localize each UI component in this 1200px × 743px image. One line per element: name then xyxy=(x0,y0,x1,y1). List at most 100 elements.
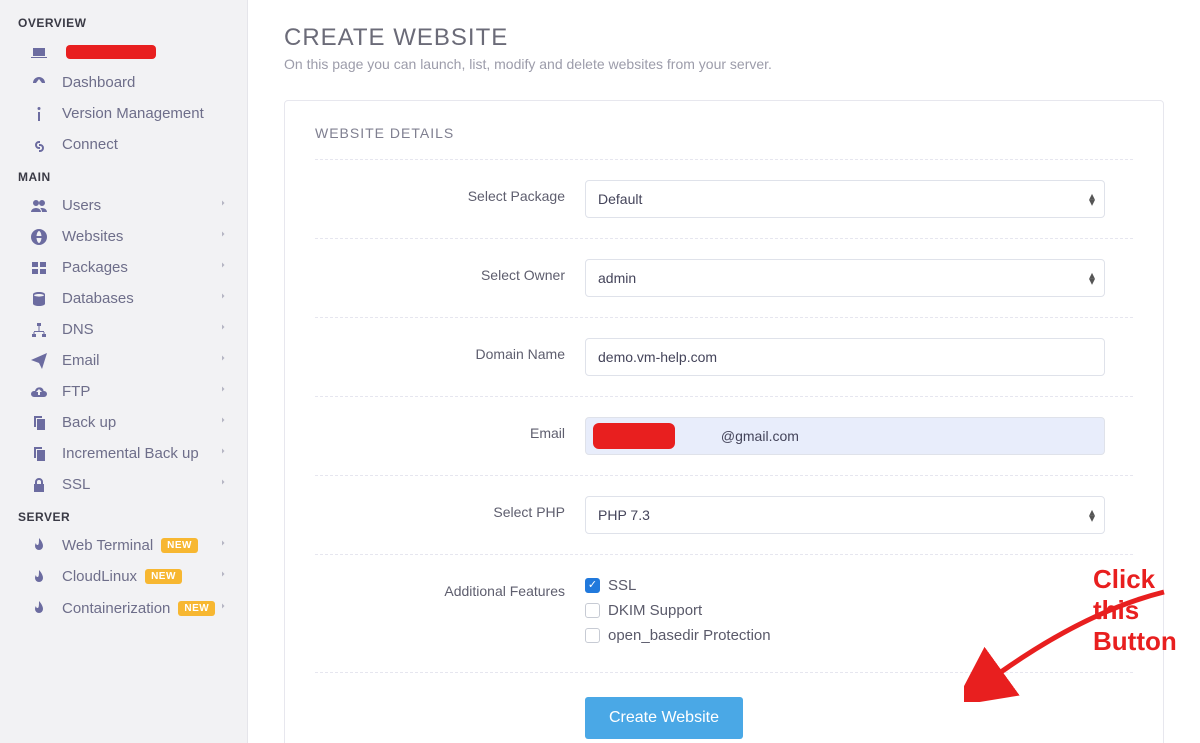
users-icon xyxy=(28,197,50,214)
row-select-owner: Select Owner admin ▴▾ xyxy=(315,238,1133,317)
chevron-right-icon xyxy=(221,290,229,307)
copy-icon xyxy=(28,414,50,431)
chevron-right-icon xyxy=(221,259,229,276)
sidebar-item-label: DNS xyxy=(62,321,94,338)
sidebar-item-label: Dashboard xyxy=(62,74,135,91)
copy-icon xyxy=(28,445,50,462)
laptop-icon xyxy=(28,43,50,60)
new-badge: NEW xyxy=(161,538,198,553)
chevron-right-icon xyxy=(221,414,229,431)
sidebar-heading: MAIN xyxy=(0,160,247,190)
chevron-right-icon xyxy=(221,228,229,245)
sidebar-item-label: Email xyxy=(62,352,100,369)
sidebar-item-email[interactable]: Email xyxy=(0,345,247,376)
sidebar-item-version-management[interactable]: Version Management xyxy=(0,98,247,129)
main-content: CREATE WEBSITE On this page you can laun… xyxy=(248,0,1200,743)
sidebar-item-label: FTP xyxy=(62,383,90,400)
link-icon xyxy=(28,136,50,153)
sidebar-item-dashboard[interactable]: Dashboard xyxy=(0,67,247,98)
database-icon xyxy=(28,290,50,307)
sidebar-item-dns[interactable]: DNS xyxy=(0,314,247,345)
label-select-owner: Select Owner xyxy=(315,259,585,283)
checkbox-dkim-support[interactable] xyxy=(585,603,600,618)
sidebar-item-label: Databases xyxy=(62,290,134,307)
sidebar-item-label: Connect xyxy=(62,136,118,153)
sidebar-item-label: Back up xyxy=(62,414,116,431)
checkbox-open-basedir-protection[interactable] xyxy=(585,628,600,643)
domain-name-input[interactable] xyxy=(585,338,1105,376)
chevron-right-icon xyxy=(221,197,229,214)
row-select-package: Select Package Default ▴▾ xyxy=(315,159,1133,238)
sidebar-item-label: CloudLinux xyxy=(62,568,137,585)
paper-plane-icon xyxy=(28,352,50,369)
chevron-right-icon xyxy=(221,383,229,400)
select-owner[interactable]: admin xyxy=(585,259,1105,297)
sidebar-item-users[interactable]: Users xyxy=(0,190,247,221)
redaction-mark xyxy=(66,45,156,59)
sidebar-item-ssl[interactable]: SSL xyxy=(0,469,247,500)
sidebar-item-ftp[interactable]: FTP xyxy=(0,376,247,407)
sidebar-item-connect[interactable]: Connect xyxy=(0,129,247,160)
row-select-php: Select PHP PHP 7.3 ▴▾ xyxy=(315,475,1133,554)
info-icon xyxy=(28,105,50,122)
sidebar-item-label: Incremental Back up xyxy=(62,445,199,462)
sidebar-item-label: Containerization xyxy=(62,600,170,617)
sidebar-item-containerization[interactable]: Containerization NEW xyxy=(0,593,247,624)
sidebar-heading: OVERVIEW xyxy=(0,6,247,36)
chevron-right-icon xyxy=(221,445,229,462)
sitemap-icon xyxy=(28,321,50,338)
row-domain-name: Domain Name xyxy=(315,317,1133,396)
sidebar-item-web-terminal[interactable]: Web TerminalNEW xyxy=(0,530,247,561)
sidebar-item-label: Users xyxy=(62,197,101,214)
sidebar-item-label: Version Management xyxy=(62,105,204,122)
panel-title: WEBSITE DETAILS xyxy=(315,125,1133,141)
globe-icon xyxy=(28,228,50,245)
chevron-right-icon xyxy=(221,321,229,338)
website-details-panel: WEBSITE DETAILS Select Package Default ▴… xyxy=(284,100,1164,743)
chevron-right-icon xyxy=(221,600,229,617)
checkbox-ssl[interactable] xyxy=(585,578,600,593)
sidebar-item-label: Packages xyxy=(62,259,128,276)
sidebar-item-label: SSL xyxy=(62,476,90,493)
sidebar-item-databases[interactable]: Databases xyxy=(0,283,247,314)
chevron-right-icon xyxy=(221,352,229,369)
row-submit: Create Website xyxy=(315,672,1133,739)
page-title: CREATE WEBSITE xyxy=(284,24,1164,52)
new-badge: NEW xyxy=(145,569,182,584)
checkbox-label: DKIM Support xyxy=(608,602,702,619)
sidebar-item-packages[interactable]: Packages xyxy=(0,252,247,283)
sidebar: OVERVIEW Dashboard Version Management Conne… xyxy=(0,0,248,743)
cloud-up-icon xyxy=(28,383,50,400)
new-badge: NEW xyxy=(178,601,215,616)
sidebar-item-incremental-back-up[interactable]: Incremental Back up xyxy=(0,438,247,469)
boxes-icon xyxy=(28,259,50,276)
checkbox-label: SSL xyxy=(608,577,636,594)
select-package[interactable]: Default xyxy=(585,180,1105,218)
sidebar-item-label: Websites xyxy=(62,228,123,245)
chevron-right-icon xyxy=(221,476,229,493)
select-php[interactable]: PHP 7.3 xyxy=(585,496,1105,534)
sidebar-item-cloudlinux[interactable]: CloudLinux NEW xyxy=(0,561,247,592)
sidebar-item-redacted[interactable] xyxy=(0,36,247,67)
label-domain-name: Domain Name xyxy=(315,338,585,362)
checkbox-row-dkim-support: DKIM Support xyxy=(585,602,1105,619)
label-additional-features: Additional Features xyxy=(315,575,585,599)
gauge-icon xyxy=(28,74,50,91)
create-website-button[interactable]: Create Website xyxy=(585,697,743,739)
flame-icon xyxy=(28,600,50,617)
select-carets-icon: ▴▾ xyxy=(1089,272,1095,284)
checkbox-row-open-basedir-protection: open_basedir Protection xyxy=(585,627,1105,644)
checkbox-row-ssl: SSL xyxy=(585,577,1105,594)
select-carets-icon: ▴▾ xyxy=(1089,193,1095,205)
sidebar-heading: SERVER xyxy=(0,500,247,530)
lock-icon xyxy=(28,476,50,493)
sidebar-item-websites[interactable]: Websites xyxy=(0,221,247,252)
page-subtitle: On this page you can launch, list, modif… xyxy=(284,56,1164,72)
chevron-right-icon xyxy=(221,537,229,554)
label-select-php: Select PHP xyxy=(315,496,585,520)
flame-icon xyxy=(28,537,50,554)
label-email: Email xyxy=(315,417,585,441)
redaction-mark xyxy=(593,423,675,449)
sidebar-item-back-up[interactable]: Back up xyxy=(0,407,247,438)
chevron-right-icon xyxy=(221,568,229,585)
